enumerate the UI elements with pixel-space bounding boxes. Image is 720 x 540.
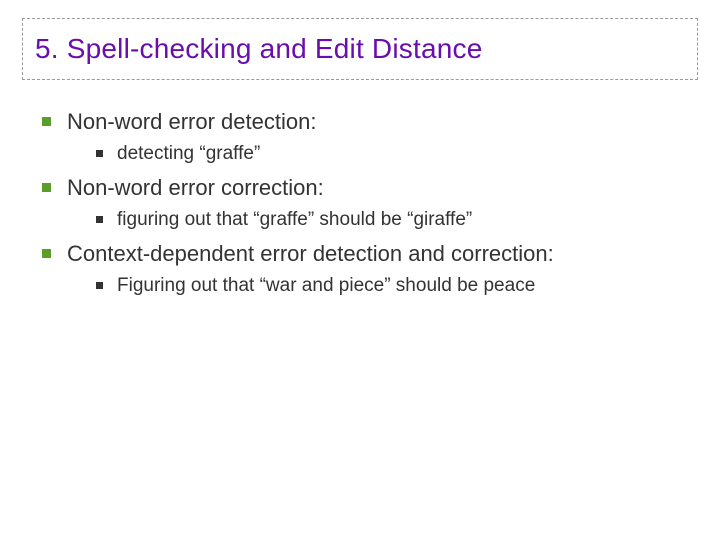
- bullet-icon: [42, 183, 51, 192]
- bullet-icon: [42, 117, 51, 126]
- slide-title: 5. Spell-checking and Edit Distance: [35, 33, 685, 65]
- list-item-text: Figuring out that “war and piece” should…: [117, 273, 535, 299]
- list-item-text: detecting “graffe”: [117, 141, 260, 167]
- sublist: Figuring out that “war and piece” should…: [42, 273, 698, 299]
- list-item: Figuring out that “war and piece” should…: [96, 273, 698, 299]
- list-item-text: Non-word error detection:: [67, 108, 316, 137]
- list-item-text: figuring out that “graffe” should be “gi…: [117, 207, 472, 233]
- list-item: figuring out that “graffe” should be “gi…: [96, 207, 698, 233]
- list-item: Non-word error detection:: [42, 108, 698, 137]
- bullet-icon: [96, 216, 103, 223]
- list-item-text: Context-dependent error detection and co…: [67, 240, 554, 269]
- bullet-icon: [42, 249, 51, 258]
- sublist: figuring out that “graffe” should be “gi…: [42, 207, 698, 233]
- list-item-text: Non-word error correction:: [67, 174, 324, 203]
- bullet-icon: [96, 150, 103, 157]
- list-item: Context-dependent error detection and co…: [42, 240, 698, 269]
- bullet-list: Non-word error detection: detecting “gra…: [22, 108, 698, 299]
- list-item: detecting “graffe”: [96, 141, 698, 167]
- sublist: detecting “graffe”: [42, 141, 698, 167]
- bullet-icon: [96, 282, 103, 289]
- slide: 5. Spell-checking and Edit Distance Non-…: [0, 0, 720, 540]
- title-box: 5. Spell-checking and Edit Distance: [22, 18, 698, 80]
- list-item: Non-word error correction:: [42, 174, 698, 203]
